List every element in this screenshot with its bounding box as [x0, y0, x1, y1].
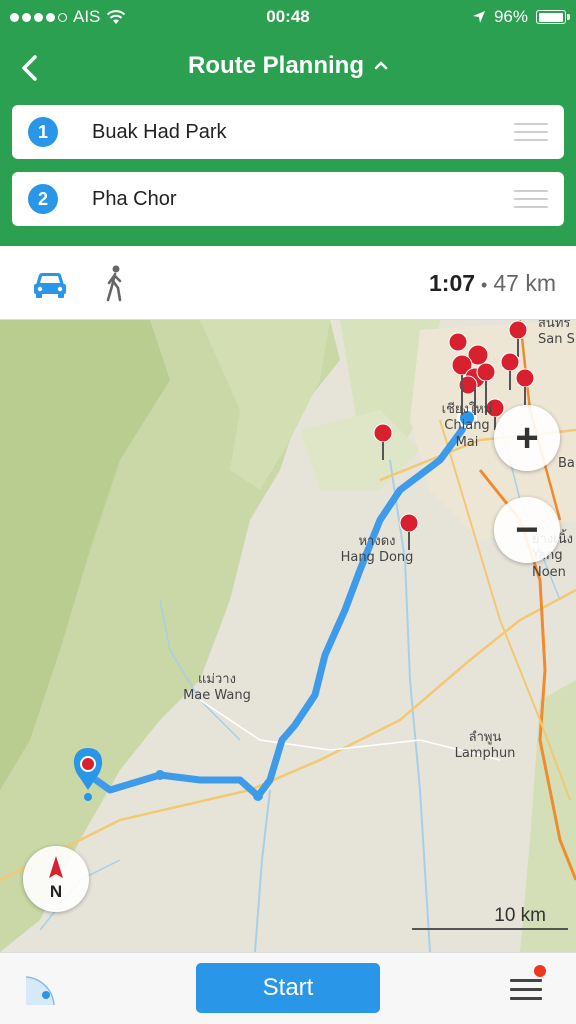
title-bar: Route Planning	[0, 44, 576, 92]
zoom-in-button[interactable]: +	[494, 405, 560, 471]
bottom-toolbar: Start	[0, 952, 576, 1024]
notification-badge	[534, 965, 546, 977]
map-label-thai: ลำพูน	[468, 730, 502, 745]
map-label-english: Lamphun	[454, 746, 516, 762]
map-label-thai: หางดง	[358, 534, 396, 549]
map-label-english: San S	[538, 332, 575, 348]
map-label-thai: แม่วาง	[198, 672, 236, 687]
zoom-out-button[interactable]: −	[494, 497, 560, 563]
drag-handle-icon[interactable]	[514, 123, 548, 141]
stop-name: Buak Had Park	[92, 120, 227, 143]
stop-number-badge: 1	[28, 117, 58, 147]
start-button[interactable]: Start	[196, 963, 380, 1013]
map-label-thai: สันทร	[538, 320, 571, 331]
status-bar: AIS 00:48 96%	[0, 0, 576, 34]
car-icon[interactable]	[30, 264, 70, 304]
map-label-hang-dong: หางดง Hang Dong	[332, 534, 422, 567]
stop-number-badge: 2	[28, 184, 58, 214]
compass-north-label: N	[49, 882, 63, 901]
map-label-english: Hang Dong	[340, 550, 414, 566]
menu-button[interactable]	[510, 965, 546, 1003]
page-title: Route Planning	[188, 52, 364, 79]
map-scale-bar	[412, 928, 568, 930]
page-title-button[interactable]: Route Planning	[0, 52, 576, 80]
map-view[interactable]: เชียงใหม่ Chiang Mai หางดง Hang Dong แม่…	[0, 320, 576, 952]
map-label-chiang-mai: เชียงใหม่ Chiang Mai	[432, 402, 502, 451]
map-label-ba: Ba	[558, 456, 575, 471]
chevron-up-icon	[374, 61, 388, 70]
separator: •	[481, 275, 488, 295]
compass-button[interactable]: N	[23, 846, 89, 912]
map-label-thai: เชียงใหม่	[441, 402, 493, 417]
map-label-english: Mae Wang	[183, 688, 251, 704]
map-scale-label: 10 km	[494, 905, 546, 926]
route-summary: 1:07 • 47 km	[429, 270, 556, 297]
map-label-lamphun: ลำพูน Lamphun	[440, 730, 530, 763]
route-distance: 47 km	[493, 270, 556, 296]
stop-name: Pha Chor	[92, 187, 177, 210]
map-label-san-sai: สันทร San S	[538, 320, 576, 349]
drag-handle-icon[interactable]	[514, 190, 548, 208]
menu-icon	[510, 997, 542, 1000]
header: AIS 00:48 96% Route Planning 1 Buak Had …	[0, 0, 576, 246]
stop-row-2[interactable]: 2 Pha Chor	[12, 172, 564, 226]
locate-icon[interactable]	[22, 969, 62, 1009]
map-label-english: Chiang Mai	[444, 418, 490, 450]
menu-icon	[510, 979, 542, 982]
transport-mode-bar: 1:07 • 47 km	[0, 246, 576, 320]
map-label-mae-wang: แม่วาง Mae Wang	[172, 672, 262, 705]
battery-percent: 96%	[493, 7, 528, 26]
menu-icon	[510, 988, 542, 991]
battery-icon	[536, 10, 570, 24]
stop-row-1[interactable]: 1 Buak Had Park	[12, 105, 564, 159]
walk-icon[interactable]	[100, 264, 130, 304]
location-arrow-icon	[472, 11, 485, 23]
route-duration: 1:07	[429, 270, 476, 296]
